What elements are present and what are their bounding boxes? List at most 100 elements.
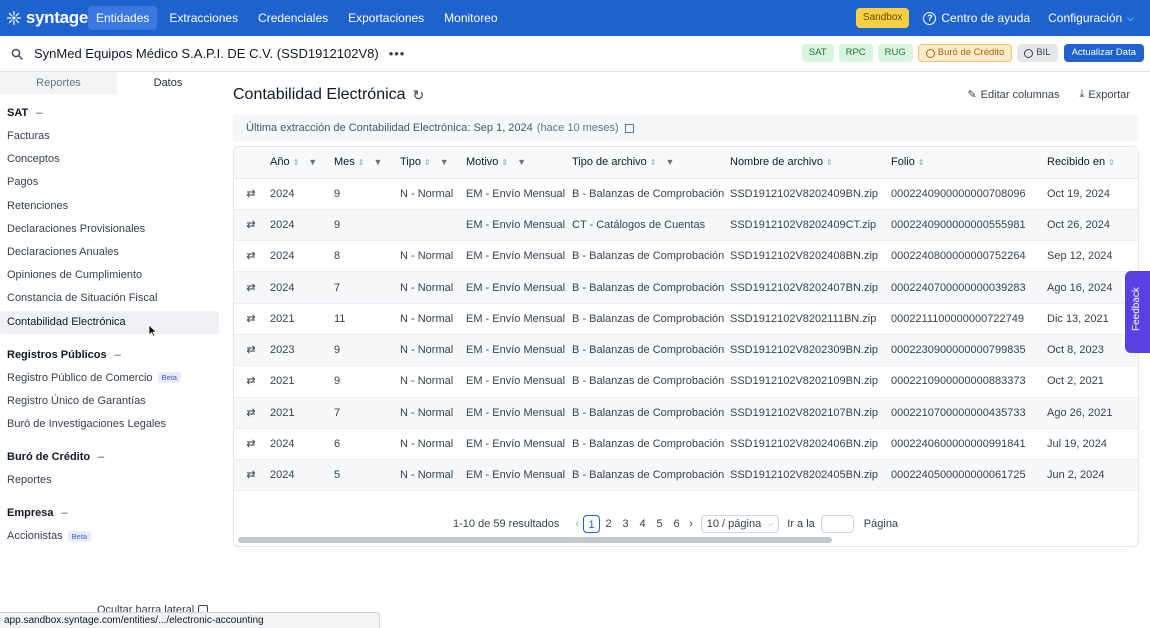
refresh-icon[interactable]: ↻ (413, 87, 425, 104)
tab-datos[interactable]: Datos (117, 72, 219, 94)
prev-page-icon[interactable]: ‹ (575, 518, 579, 530)
sort-icon[interactable]: ⇕ (424, 158, 431, 167)
transfer-arrows-icon[interactable]: ⇄ (241, 247, 261, 265)
transfer-arrows-icon[interactable]: ⇄ (241, 279, 261, 297)
nav-exportaciones[interactable]: Exportaciones (340, 6, 432, 30)
sandbox-badge[interactable]: Sandbox (855, 8, 910, 28)
table-row[interactable]: ⇄ 2024 7 N - Normal EM - Envío Mensual B - Ba… (234, 271, 1138, 304)
sidebar-tabs: Reportes Datos (0, 72, 219, 94)
cell-motivo: EM - Envío Mensual (466, 240, 572, 273)
sidebar-item-retenciones[interactable]: Retenciones (0, 195, 219, 218)
sidebar-item-pagos[interactable]: Pagos (0, 171, 219, 194)
transfer-arrows-icon[interactable]: ⇄ (241, 310, 261, 328)
goto-page-input[interactable] (820, 515, 854, 533)
next-page-icon[interactable]: › (689, 518, 693, 530)
sidebar-item-declaraciones-anuales[interactable]: Declaraciones Anuales (0, 241, 219, 264)
sort-icon[interactable]: ⇕ (358, 158, 365, 167)
section-buro[interactable]: Buró de Crédito – (0, 447, 219, 467)
sort-icon[interactable]: ⇕ (1108, 158, 1115, 167)
sidebar-item-bil[interactable]: Buró de Investigaciones Legales (0, 413, 219, 436)
table-row[interactable]: ⇄ 2023 9 N - Normal EM - Envío Mensual B - Ba… (234, 334, 1138, 367)
table-row[interactable]: ⇄ 2024 6 N - Normal EM - Envío Mensual B - Ba… (234, 428, 1138, 461)
sidebar-item-constancia[interactable]: Constancia de Situación Fiscal (0, 287, 219, 310)
page-2-button[interactable]: 2 (600, 515, 617, 533)
bil-badge[interactable]: BIL (1017, 44, 1058, 62)
external-link-icon[interactable] (624, 123, 634, 133)
sat-badge[interactable]: SAT (801, 44, 834, 62)
filter-icon[interactable]: ▼ (440, 157, 449, 167)
transfer-arrows-icon[interactable]: ⇄ (241, 372, 261, 390)
page-5-button[interactable]: 5 (651, 515, 668, 533)
sidebar-item-facturas[interactable]: Facturas (0, 125, 219, 148)
page-3-button[interactable]: 3 (617, 515, 634, 533)
last-extraction-ago: (hace 10 meses) (536, 122, 619, 134)
feedback-button[interactable]: Feedback (1125, 271, 1150, 353)
config-button[interactable]: Configuración ⌵ (1048, 11, 1134, 25)
table-row[interactable]: ⇄ 2021 11 N - Normal EM - Envío Mensual B - B… (234, 303, 1138, 335)
sort-icon[interactable]: ⇕ (826, 158, 833, 167)
sort-icon[interactable]: ⇕ (650, 158, 657, 167)
table-row[interactable]: ⇄ 2024 9 N - Normal EM - Envío Mensual B - Ba… (234, 178, 1138, 210)
tab-reportes[interactable]: Reportes (0, 72, 117, 94)
update-data-button[interactable]: Actualizar Data (1063, 44, 1144, 62)
sidebar-item-conceptos[interactable]: Conceptos (0, 148, 219, 171)
filter-icon[interactable]: ▼ (517, 157, 526, 167)
sidebar-item-opiniones[interactable]: Opiniones de Cumplimiento (0, 264, 219, 287)
header-motivo[interactable]: Motivo ⇕ ▼ (466, 147, 572, 179)
more-options-button[interactable]: ••• (389, 46, 406, 61)
transfer-arrows-icon[interactable]: ⇄ (241, 341, 261, 359)
rpc-badge[interactable]: RPC (838, 44, 873, 62)
syntage-logo[interactable]: syntage (6, 8, 88, 28)
filter-icon[interactable]: ▼ (308, 157, 317, 167)
sort-icon[interactable]: ⇕ (501, 158, 508, 167)
transfer-arrows-icon[interactable]: ⇄ (241, 185, 261, 203)
header-folio[interactable]: Folio ⇕ (891, 147, 1047, 179)
page-size-select[interactable]: 10 / página ⌵ (700, 515, 780, 533)
header-mes[interactable]: Mes ⇕ ▼ (334, 147, 400, 179)
nav-entidades[interactable]: Entidades (88, 6, 158, 30)
filter-icon[interactable]: ▼ (666, 157, 675, 167)
transfer-arrows-icon[interactable]: ⇄ (241, 435, 261, 453)
buro-badge[interactable]: Buró de Crédito (917, 44, 1013, 62)
page-4-button[interactable]: 4 (634, 515, 651, 533)
nav-monitoreo[interactable]: Monitoreo (436, 6, 505, 30)
sidebar-item-accionistas[interactable]: Accionistas Beta (0, 525, 219, 548)
section-empresa[interactable]: Empresa – (0, 503, 219, 523)
cell-tipo: N - Normal (400, 303, 466, 335)
edit-columns-button[interactable]: ✎ Editar columnas (967, 88, 1059, 102)
nav-credenciales[interactable]: Credenciales (250, 6, 336, 30)
nav-extracciones[interactable]: Extracciones (161, 6, 246, 30)
header-recibido[interactable]: Recibido en ⇕ (1047, 147, 1138, 179)
page-6-button[interactable]: 6 (668, 515, 685, 533)
table-row[interactable]: ⇄ 2021 9 N - Normal EM - Envío Mensual B - Ba… (234, 365, 1138, 398)
transfer-arrows-icon[interactable]: ⇄ (241, 404, 261, 422)
filter-icon[interactable]: ▼ (373, 157, 382, 167)
sort-icon[interactable]: ⇕ (293, 158, 300, 167)
cell-mes: 9 (334, 365, 400, 398)
header-tipo-archivo[interactable]: Tipo de archivo ⇕ ▼ (572, 147, 730, 179)
header-tipo[interactable]: Tipo ⇕ ▼ (400, 147, 466, 179)
sidebar-item-rug[interactable]: Registro Único de Garantías (0, 390, 219, 413)
section-sat[interactable]: SAT – (0, 103, 219, 123)
table-row[interactable]: ⇄ 2024 9 EM - Envío Mensual CT - Catálogos d… (234, 209, 1138, 242)
header-ano[interactable]: Año ⇕ ▼ (270, 147, 334, 179)
table-row[interactable]: ⇄ 2024 8 N - Normal EM - Envío Mensual B - Ba… (234, 240, 1138, 273)
table-row[interactable]: ⇄ 2021 7 N - Normal EM - Envío Mensual B - Ba… (234, 397, 1138, 429)
sort-icon[interactable]: ⇕ (918, 158, 925, 167)
transfer-arrows-icon[interactable]: ⇄ (241, 466, 261, 484)
cell-nombre-archivo: SSD1912102V8202406BN.zip (730, 428, 891, 461)
sidebar-item-declaraciones-provisionales[interactable]: Declaraciones Provisionales (0, 218, 219, 241)
page-1-button[interactable]: 1 (583, 515, 601, 533)
sidebar-item-rpc[interactable]: Registro Público de Comercio Beta (0, 367, 219, 390)
header-nombre-archivo[interactable]: Nombre de archivo ⇕ (730, 147, 891, 179)
transfer-arrows-icon[interactable]: ⇄ (241, 216, 261, 234)
export-button[interactable]: ⤓ Exportar (1080, 88, 1130, 101)
entity-search-button[interactable] (6, 43, 28, 65)
table-row[interactable]: ⇄ 2024 5 N - Normal EM - Envío Mensual B - Ba… (234, 459, 1138, 492)
sidebar-item-buro-reportes[interactable]: Reportes (0, 469, 219, 492)
row-action-cell: ⇄ (234, 428, 270, 461)
rug-badge[interactable]: RUG (877, 44, 913, 62)
sidebar-item-contabilidad[interactable]: Contabilidad Electrónica (0, 310, 219, 334)
section-registros[interactable]: Registros Públicos – (0, 345, 219, 365)
help-center-button[interactable]: ? Centro de ayuda (923, 11, 1030, 25)
